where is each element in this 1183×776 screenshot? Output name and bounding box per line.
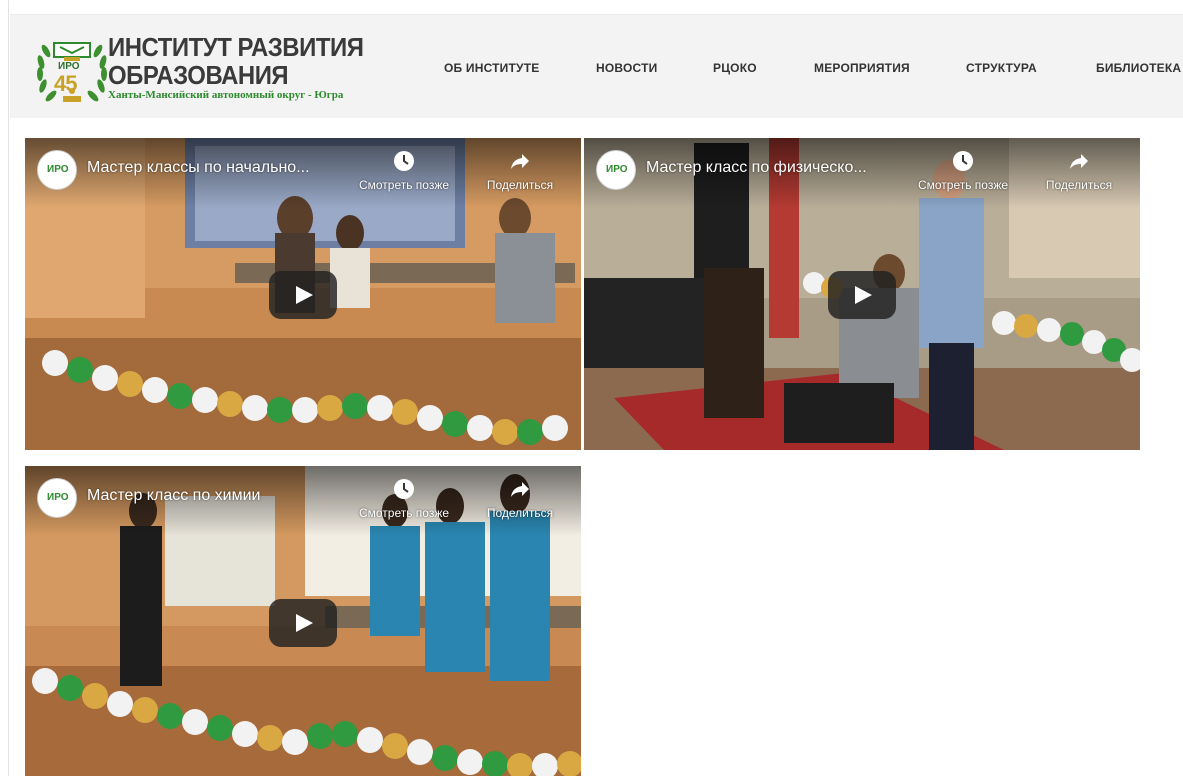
site-header: ИРО 45 ИНСТИТУТ РАЗВИТИЯ ОБРАЗОВАНИЯ Хан… <box>10 14 1183 118</box>
nav-item-structure[interactable]: СТРУКТУРА <box>966 61 1037 75</box>
video-embed-physical-education[interactable]: ИРО Мастер класс по физическо... Смотрет… <box>584 138 1140 450</box>
video-embed-primary-school[interactable]: ИРО Мастер классы по начально... Смотрет… <box>25 138 581 450</box>
channel-avatar-label: ИРО <box>47 492 69 503</box>
channel-avatar-icon[interactable]: ИРО <box>37 478 77 518</box>
nav-item-news[interactable]: НОВОСТИ <box>596 61 657 75</box>
channel-avatar-label: ИРО <box>606 164 628 175</box>
channel-avatar-icon[interactable]: ИРО <box>37 150 77 190</box>
watch-later-label: Смотреть позже <box>358 178 450 192</box>
share-arrow-icon <box>1070 154 1088 169</box>
nav-item-rcoko[interactable]: РЦОКО <box>713 61 757 75</box>
watch-later-button[interactable]: Смотреть позже <box>349 478 459 520</box>
nav-item-about[interactable]: ОБ ИНСТИТУТЕ <box>444 61 539 75</box>
watch-later-button[interactable]: Смотреть позже <box>908 150 1018 192</box>
share-button[interactable]: Поделиться <box>475 150 565 192</box>
share-button[interactable]: Поделиться <box>475 478 565 520</box>
share-label: Поделиться <box>1045 178 1113 192</box>
play-icon[interactable] <box>269 599 337 647</box>
share-label: Поделиться <box>486 178 554 192</box>
logo-subtitle: Ханты-Мансийский автономный округ - Югра <box>108 89 344 101</box>
video-title[interactable]: Мастер классы по начально... <box>87 159 310 177</box>
share-arrow-icon <box>511 154 529 169</box>
channel-avatar-label: ИРО <box>47 164 69 175</box>
watch-later-label: Смотреть позже <box>358 506 450 520</box>
logo-title-line1: ИНСТИТУТ РАЗВИТИЯ <box>108 32 364 62</box>
video-title[interactable]: Мастер класс по физическо... <box>646 159 867 177</box>
share-button[interactable]: Поделиться <box>1034 150 1124 192</box>
nav-item-events[interactable]: МЕРОПРИЯТИЯ <box>814 61 910 75</box>
logo-title-line2: ОБРАЗОВАНИЯ <box>108 60 289 90</box>
share-arrow-icon <box>511 482 529 497</box>
clock-icon <box>394 151 414 171</box>
clock-icon <box>953 151 973 171</box>
play-icon[interactable] <box>828 271 896 319</box>
share-label: Поделиться <box>486 506 554 520</box>
channel-avatar-icon[interactable]: ИРО <box>596 150 636 190</box>
nav-item-library[interactable]: БИБЛИОТЕКА <box>1096 61 1181 75</box>
watch-later-label: Смотреть позже <box>917 178 1009 192</box>
watch-later-button[interactable]: Смотреть позже <box>349 150 459 192</box>
video-embed-chemistry[interactable]: ИРО Мастер класс по химии Смотреть позже… <box>25 466 581 776</box>
clock-icon <box>394 479 414 499</box>
logo-anniversary-number: 45 <box>54 71 78 96</box>
video-title[interactable]: Мастер класс по химии <box>87 487 260 505</box>
play-icon[interactable] <box>269 271 337 319</box>
